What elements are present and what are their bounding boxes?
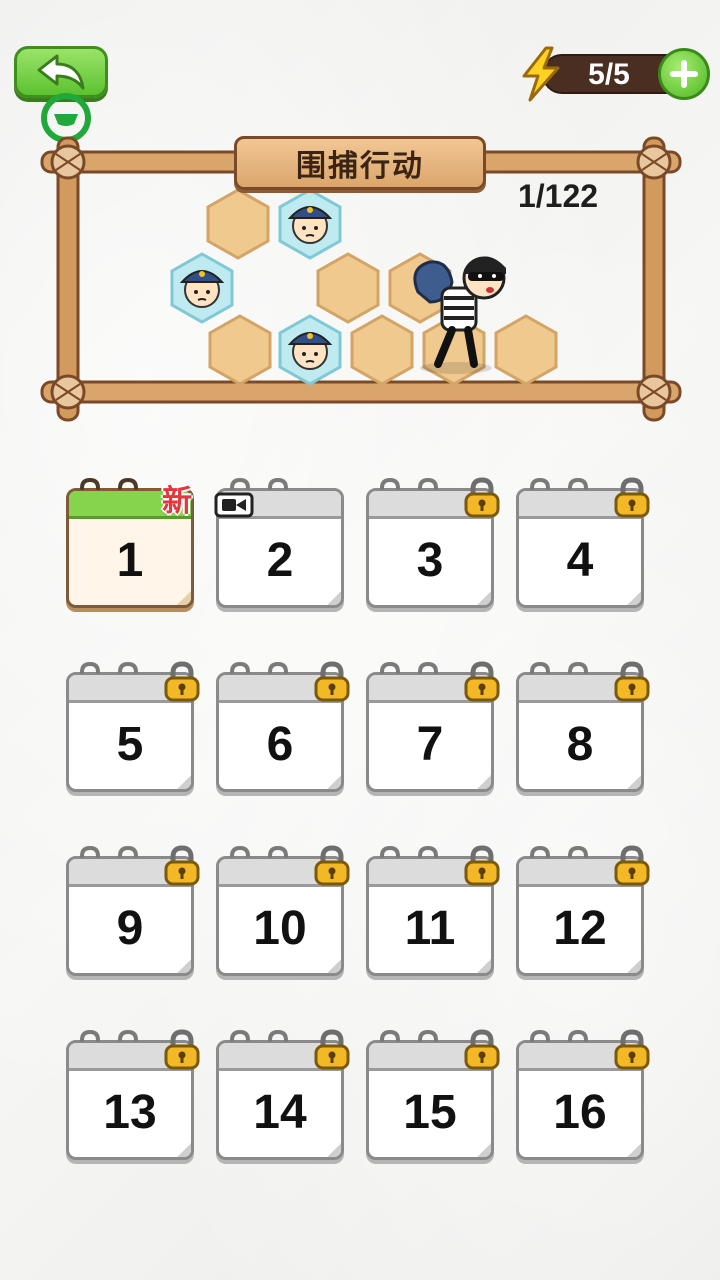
binder-rings-icon	[530, 1030, 588, 1042]
level-number: 2	[266, 534, 294, 587]
level-number: 5	[116, 718, 144, 771]
level-progress: 1/122	[517, 178, 599, 214]
add-energy-button[interactable]	[658, 48, 710, 100]
lock-icon	[614, 1029, 650, 1070]
level-number: 7	[416, 718, 444, 771]
page-curl	[625, 1141, 641, 1157]
page-curl	[475, 1141, 491, 1157]
level-button[interactable]: 13	[66, 1029, 200, 1160]
level-title: 围捕行动	[296, 149, 424, 184]
level-button[interactable]: 10	[216, 845, 350, 976]
energy-count: 5/5	[588, 58, 630, 91]
level-preview: 围捕行动 1/122	[38, 132, 684, 428]
binder-rings-icon	[80, 662, 138, 674]
page-curl	[175, 957, 191, 973]
binder-rings-icon	[80, 1030, 138, 1042]
new-badge: 新	[162, 484, 192, 519]
page-curl	[325, 957, 341, 973]
level-button[interactable]: 12	[516, 845, 650, 976]
binder-rings-icon	[530, 662, 588, 674]
level-number: 4	[566, 534, 594, 587]
page-curl	[325, 1141, 341, 1157]
level-button[interactable]: 11	[366, 845, 500, 976]
level-button[interactable]: 6	[216, 661, 350, 792]
lock-icon	[164, 1029, 200, 1070]
lock-icon	[464, 477, 500, 518]
lock-icon	[314, 1029, 350, 1070]
level-number: 13	[103, 1086, 157, 1139]
level-button[interactable]: 15	[366, 1029, 500, 1160]
lock-icon	[464, 1029, 500, 1070]
lock-icon	[314, 845, 350, 886]
binder-rings-icon	[80, 846, 138, 858]
binder-rings-icon	[380, 662, 438, 674]
page-curl	[175, 1141, 191, 1157]
level-button[interactable]: 2	[214, 478, 344, 608]
binder-rings-icon	[80, 478, 138, 490]
level-number: 12	[553, 902, 607, 955]
level-title-banner: 围捕行动	[234, 136, 486, 190]
level-button[interactable]: 4	[516, 477, 650, 608]
level-button[interactable]: 9	[66, 845, 200, 976]
page-curl	[475, 957, 491, 973]
level-button[interactable]: 5	[66, 661, 200, 792]
back-button[interactable]	[14, 46, 108, 98]
level-number: 1	[116, 534, 144, 587]
lock-icon	[314, 661, 350, 702]
page-curl	[625, 589, 641, 605]
level-button[interactable]: 8	[516, 661, 650, 792]
level-number: 8	[566, 718, 594, 771]
page-curl	[325, 589, 341, 605]
binder-rings-icon	[230, 1030, 288, 1042]
level-button[interactable]: 7	[366, 661, 500, 792]
binder-rings-icon	[530, 478, 588, 490]
binder-rings-icon	[530, 846, 588, 858]
page-curl	[175, 589, 191, 605]
level-number: 3	[416, 534, 444, 587]
lock-icon	[614, 845, 650, 886]
lock-icon	[164, 845, 200, 886]
page-curl	[625, 957, 641, 973]
video-camera-icon	[214, 492, 254, 518]
level-number: 15	[403, 1086, 457, 1139]
lightning-bolt-icon	[522, 46, 560, 102]
binder-rings-icon	[380, 1030, 438, 1042]
level-button[interactable]: 1新	[66, 478, 194, 608]
level-number: 16	[553, 1086, 607, 1139]
lock-icon	[464, 661, 500, 702]
level-number: 11	[404, 902, 456, 955]
page-curl	[175, 773, 191, 789]
lock-icon	[614, 661, 650, 702]
binder-rings-icon	[230, 846, 288, 858]
level-button[interactable]: 14	[216, 1029, 350, 1160]
lock-icon	[164, 661, 200, 702]
binder-rings-icon	[230, 662, 288, 674]
level-number: 14	[253, 1086, 307, 1139]
back-arrow-icon	[37, 54, 85, 90]
level-number: 9	[116, 902, 144, 955]
level-number: 10	[253, 902, 307, 955]
lock-icon	[614, 477, 650, 518]
binder-rings-icon	[380, 478, 438, 490]
page-curl	[325, 773, 341, 789]
binder-rings-icon	[380, 846, 438, 858]
page-curl	[625, 773, 641, 789]
level-button[interactable]: 16	[516, 1029, 650, 1160]
lock-icon	[464, 845, 500, 886]
level-button[interactable]: 3	[366, 477, 500, 608]
level-number: 6	[266, 718, 294, 771]
energy-counter: 5/5	[518, 46, 710, 102]
page-curl	[475, 773, 491, 789]
level-grid: 1 新 2 3 4 5 6 7 8 9 10 11 12 13 14 15 16	[66, 477, 654, 1160]
page-curl	[475, 589, 491, 605]
plus-icon	[670, 60, 698, 88]
